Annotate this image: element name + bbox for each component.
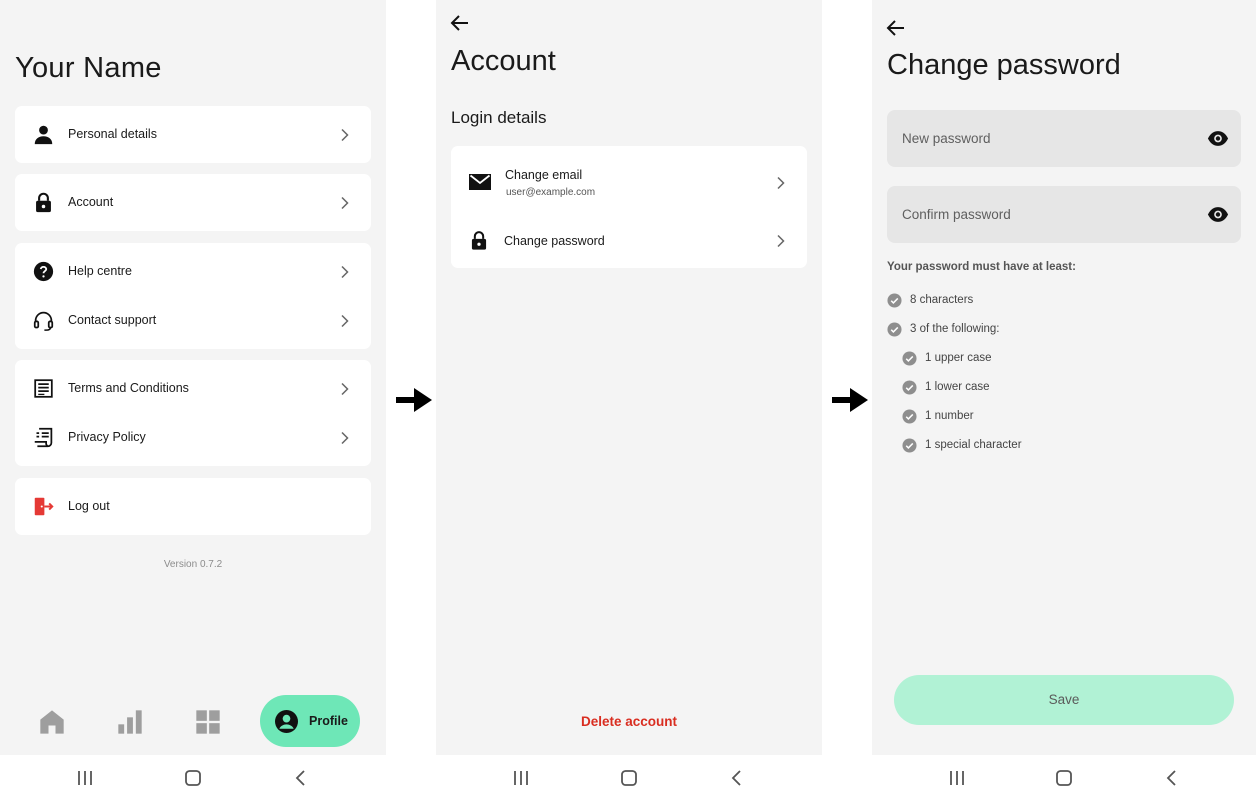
- save-button-label: Save: [1048, 692, 1080, 707]
- requirement-text: 1 upper case: [925, 352, 992, 364]
- lock-icon: [36, 192, 51, 213]
- requirement-text: 8 characters: [910, 294, 974, 306]
- account-card: Account: [15, 174, 371, 231]
- menu-item-help-centre[interactable]: Help centre: [15, 247, 371, 296]
- flow-arrow-icon: [396, 388, 432, 412]
- support-card: Help centre Contact support: [15, 243, 371, 349]
- page-title: Your Name: [15, 52, 162, 84]
- menu-item-label: Account: [68, 195, 114, 209]
- system-nav-bar: [872, 755, 1256, 800]
- app-version: Version 0.7.2: [163, 559, 223, 570]
- menu-item-label: Help centre: [68, 264, 132, 278]
- section-title: Login details: [451, 108, 547, 127]
- account-screen: Account Login details Change email user@…: [436, 0, 822, 800]
- menu-item-label: Contact support: [68, 313, 157, 327]
- new-password-input[interactable]: [887, 110, 1241, 167]
- check-circle-icon: [902, 409, 917, 424]
- eye-icon[interactable]: [1207, 130, 1229, 147]
- menu-item-change-password[interactable]: Change password: [451, 216, 807, 268]
- requirement-text: 1 number: [925, 410, 974, 422]
- eye-icon[interactable]: [1207, 206, 1229, 223]
- home-button-icon[interactable]: [182, 767, 204, 789]
- check-circle-icon: [887, 293, 902, 308]
- menu-item-label: Terms and Conditions: [68, 381, 189, 395]
- grid-icon[interactable]: [194, 708, 222, 736]
- profile-tab-label: Profile: [309, 714, 348, 728]
- menu-item-change-email[interactable]: Change email user@example.com: [451, 146, 807, 216]
- flow-arrow-icon: [832, 388, 868, 412]
- confirm-password-field: [887, 186, 1241, 243]
- system-nav-bar: [0, 755, 386, 800]
- lock-icon: [471, 231, 487, 250]
- bottom-navigation: Profile: [0, 690, 386, 752]
- menu-item-personal-details[interactable]: Personal details: [15, 110, 371, 159]
- flow-canvas: Your Name Personal details Account Help …: [0, 0, 1256, 800]
- page-title: Change password: [887, 49, 1121, 81]
- chevron-right-icon: [341, 265, 349, 279]
- chevron-right-icon: [341, 314, 349, 328]
- change-email-label: Change email: [505, 168, 583, 182]
- personal-details-card: Personal details: [15, 106, 371, 163]
- back-button-icon[interactable]: [1161, 767, 1183, 789]
- home-button-icon[interactable]: [1053, 767, 1075, 789]
- page-title: Account: [451, 45, 556, 77]
- menu-item-privacy-policy[interactable]: Privacy Policy: [15, 413, 371, 462]
- bar-chart-icon[interactable]: [116, 708, 144, 736]
- confirm-password-input[interactable]: [887, 186, 1241, 243]
- home-button-icon[interactable]: [618, 767, 640, 789]
- requirement-text: 1 lower case: [925, 381, 990, 393]
- menu-item-account[interactable]: Account: [15, 178, 371, 227]
- receipt-icon: [34, 427, 53, 448]
- login-details-card: Change email user@example.com Change pas…: [451, 146, 807, 268]
- change-password-label: Change password: [504, 234, 605, 248]
- menu-item-terms[interactable]: Terms and Conditions: [15, 364, 371, 413]
- account-circle-icon: [275, 710, 298, 733]
- person-icon: [34, 125, 53, 145]
- chevron-right-icon: [341, 382, 349, 396]
- legal-card: Terms and Conditions Privacy Policy: [15, 360, 371, 466]
- new-password-field: [887, 110, 1241, 167]
- menu-item-label: Privacy Policy: [68, 430, 146, 444]
- headset-icon: [33, 311, 54, 331]
- current-email: user@example.com: [506, 187, 596, 198]
- back-button-icon[interactable]: [290, 767, 312, 789]
- recent-apps-icon[interactable]: [74, 767, 96, 789]
- profile-screen: Your Name Personal details Account Help …: [0, 0, 386, 800]
- menu-item-contact-support[interactable]: Contact support: [15, 296, 371, 345]
- check-circle-icon: [902, 438, 917, 453]
- requirement-text: 3 of the following:: [910, 323, 1000, 335]
- chevron-right-icon: [341, 196, 349, 210]
- back-button-icon[interactable]: [726, 767, 748, 789]
- document-list-icon: [34, 379, 53, 398]
- home-icon[interactable]: [38, 708, 66, 736]
- system-nav-bar: [436, 755, 822, 800]
- chevron-right-icon: [341, 431, 349, 445]
- logout-icon: [34, 497, 54, 516]
- menu-item-label: Personal details: [68, 127, 157, 141]
- back-arrow-icon[interactable]: [450, 14, 470, 32]
- menu-item-label: Log out: [68, 499, 110, 513]
- check-circle-icon: [887, 322, 902, 337]
- chevron-right-icon: [777, 234, 785, 248]
- check-circle-icon: [902, 380, 917, 395]
- check-circle-icon: [902, 351, 917, 366]
- requirement-text: 1 special character: [925, 439, 1022, 451]
- profile-tab[interactable]: Profile: [260, 695, 360, 747]
- logout-card: Log out: [15, 478, 371, 535]
- envelope-icon: [469, 174, 491, 190]
- help-circle-icon: [33, 261, 54, 282]
- delete-account-button[interactable]: Delete account: [436, 714, 822, 729]
- recent-apps-icon[interactable]: [510, 767, 532, 789]
- save-button[interactable]: Save: [894, 675, 1234, 725]
- chevron-right-icon: [777, 176, 785, 190]
- recent-apps-icon[interactable]: [946, 767, 968, 789]
- back-arrow-icon[interactable]: [886, 19, 906, 37]
- chevron-right-icon: [341, 128, 349, 142]
- change-password-screen: Change password Your password must have …: [872, 0, 1256, 800]
- requirements-heading: Your password must have at least:: [887, 261, 1076, 273]
- menu-item-log-out[interactable]: Log out: [15, 482, 371, 531]
